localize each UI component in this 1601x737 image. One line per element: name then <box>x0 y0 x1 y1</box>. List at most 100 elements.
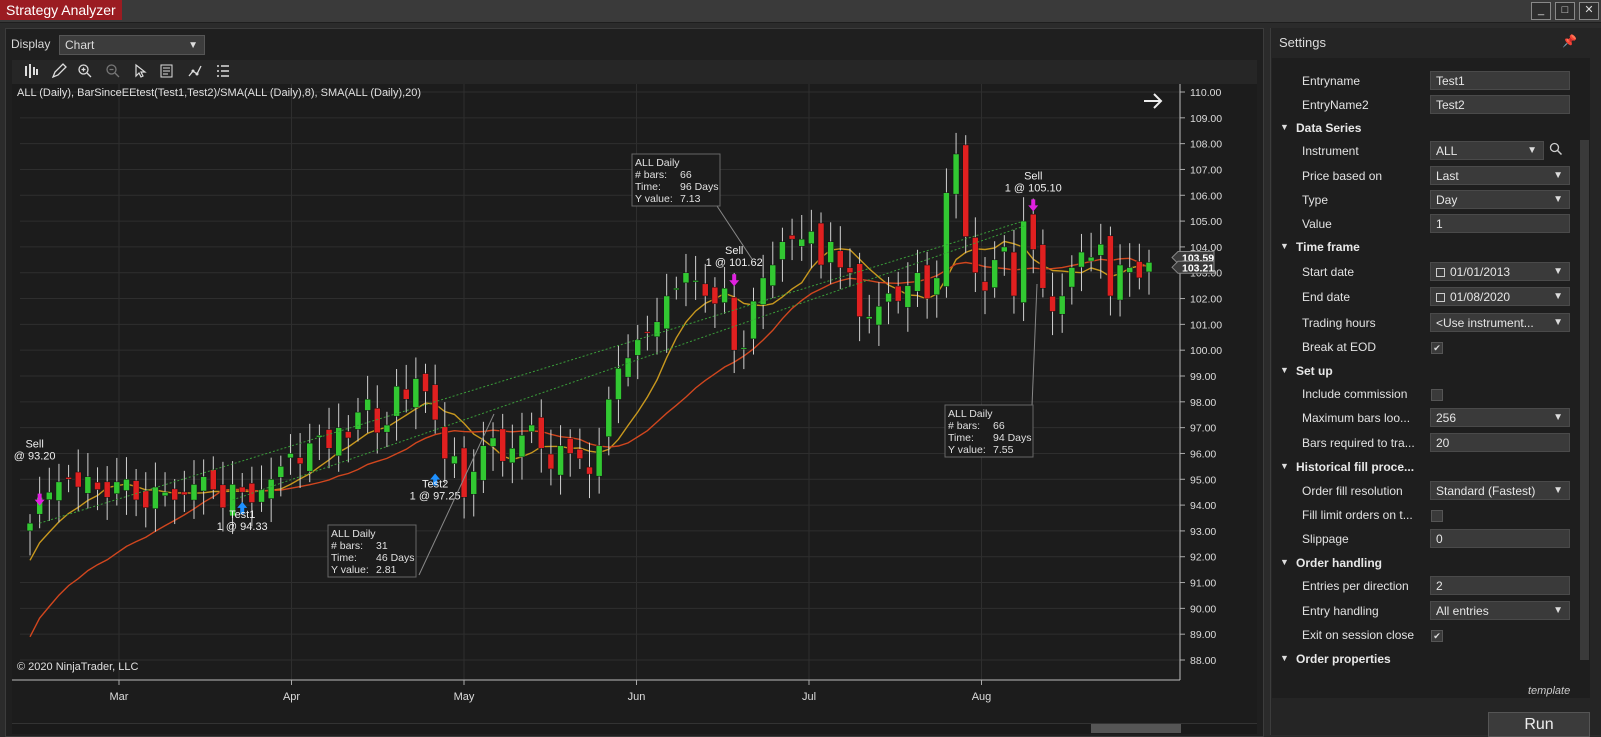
checkbox-fill-limit-orders-on-t[interactable] <box>1431 510 1443 522</box>
collapse-triangle-icon[interactable]: ▼ <box>1280 122 1289 132</box>
pin-icon[interactable]: 📌 <box>1562 34 1577 48</box>
value-entryname2: Test2 <box>1436 98 1465 112</box>
collapse-triangle-icon[interactable]: ▼ <box>1280 241 1289 251</box>
x-tick-label: May <box>454 691 475 703</box>
category-order-properties[interactable]: Order properties <box>1296 652 1391 666</box>
x-tick-label: Jun <box>628 691 646 703</box>
y-tick-label: 109.00 <box>1190 113 1222 125</box>
candle <box>673 287 680 290</box>
candle <box>374 408 381 434</box>
select-start-date[interactable]: 01/01/2013 ▼ <box>1430 262 1570 281</box>
value-trading-hours: <Use instrument... <box>1436 316 1534 330</box>
field-entries-per-direction[interactable]: 2 <box>1430 576 1570 595</box>
candle <box>981 281 989 292</box>
zoom-in-icon[interactable] <box>76 63 94 81</box>
data-box-icon[interactable] <box>158 63 176 81</box>
y-tick-label: 102.00 <box>1190 294 1222 306</box>
candle <box>779 241 786 260</box>
field-entryname2[interactable]: Test2 <box>1430 95 1570 114</box>
y-tick-label: 101.00 <box>1190 319 1222 331</box>
select-instrument[interactable]: ALL ▼ <box>1430 141 1544 160</box>
field-entryname[interactable]: Test1 <box>1430 71 1570 90</box>
category-set-up[interactable]: Set up <box>1296 364 1333 378</box>
category-data-series[interactable]: Data Series <box>1296 121 1361 135</box>
price-chart[interactable]: Sell@ 93.20Test11 @ 94.33Test21 @ 97.25S… <box>12 84 1257 723</box>
candle <box>566 438 574 454</box>
candle <box>586 466 593 475</box>
category-time-frame[interactable]: Time frame <box>1296 240 1360 254</box>
category-historical-fill-proce[interactable]: Historical fill proce... <box>1296 460 1414 474</box>
candle <box>431 384 439 421</box>
select-maximum-bars-loo[interactable]: 256 ▼ <box>1430 408 1570 427</box>
maximize-button[interactable]: □ <box>1555 2 1575 20</box>
run-button[interactable]: Run <box>1488 712 1590 737</box>
info-box-title: ALL Daily <box>331 528 376 540</box>
candle <box>769 264 777 286</box>
field-value[interactable]: 1 <box>1430 214 1570 233</box>
display-label: Display <box>11 37 51 51</box>
collapse-triangle-icon[interactable]: ▼ <box>1280 557 1289 567</box>
indicators-icon[interactable] <box>186 63 204 81</box>
category-order-handling[interactable]: Order handling <box>1296 556 1382 570</box>
candle <box>470 471 477 495</box>
candle <box>866 316 873 320</box>
y-tick-label: 110.00 <box>1190 87 1221 99</box>
candle <box>113 481 121 495</box>
x-tick-label: Mar <box>110 691 129 703</box>
select-type[interactable]: Day ▼ <box>1430 190 1570 209</box>
candle <box>480 445 487 481</box>
candle <box>538 417 545 449</box>
chart-horizontal-scrollbar[interactable] <box>12 723 1257 734</box>
scrollbar-thumb[interactable] <box>1091 724 1181 733</box>
value-value: 1 <box>1436 217 1443 231</box>
info-box-value: 96 Days <box>680 181 719 193</box>
select-end-date[interactable]: 01/08/2020 ▼ <box>1430 287 1570 306</box>
candle <box>730 297 738 351</box>
candle <box>132 480 140 501</box>
field-slippage[interactable]: 0 <box>1430 529 1570 548</box>
display-select[interactable]: Chart ▼ <box>59 35 205 55</box>
select-trading-hours[interactable]: <Use instrument... ▼ <box>1430 313 1570 332</box>
checkbox-include-commission[interactable] <box>1431 389 1443 401</box>
collapse-triangle-icon[interactable]: ▼ <box>1280 461 1289 471</box>
value-maximum-bars-loo: 256 <box>1436 411 1457 425</box>
info-box-value: 31 <box>376 540 388 552</box>
candle <box>788 235 796 240</box>
candle <box>1058 295 1066 315</box>
chevron-down-icon: ▼ <box>1527 145 1537 156</box>
candle <box>952 153 960 195</box>
zoom-out-icon[interactable] <box>104 63 122 81</box>
candle <box>711 286 719 304</box>
candle <box>933 277 941 296</box>
value-instrument: ALL <box>1436 144 1458 158</box>
properties-icon[interactable] <box>214 63 232 81</box>
search-icon[interactable] <box>1549 142 1563 159</box>
info-box-key: Time: <box>948 432 974 444</box>
candle <box>402 388 410 400</box>
bar-type-icon[interactable] <box>22 63 40 81</box>
display-select-value: Chart <box>65 38 95 52</box>
y-tick-label: 105.00 <box>1190 216 1222 228</box>
setting-label-entries-per-direction: Entries per direction <box>1302 579 1409 593</box>
select-entry-handling[interactable]: All entries ▼ <box>1430 601 1570 620</box>
checkbox-break-at-eod[interactable]: ✔ <box>1431 342 1443 354</box>
collapse-triangle-icon[interactable]: ▼ <box>1280 365 1289 375</box>
candle <box>615 368 622 400</box>
cursor-icon[interactable] <box>131 63 149 81</box>
select-price-based-on[interactable]: Last ▼ <box>1430 166 1570 185</box>
template-link[interactable]: template <box>1528 685 1570 697</box>
drawing-tool-icon[interactable] <box>50 63 68 81</box>
candle <box>451 455 458 464</box>
x-tick-label: Aug <box>972 691 992 703</box>
minimize-button[interactable]: _ <box>1531 2 1551 20</box>
y-tick-label: 96.00 <box>1190 448 1216 460</box>
close-button[interactable]: ✕ <box>1579 2 1599 20</box>
collapse-triangle-icon[interactable]: ▼ <box>1280 653 1289 663</box>
settings-scrollbar[interactable] <box>1580 140 1589 660</box>
window-title: Strategy Analyzer <box>0 0 122 20</box>
setting-label-type: Type <box>1302 193 1329 207</box>
candle <box>547 453 555 470</box>
field-bars-required-to-tra[interactable]: 20 <box>1430 433 1570 452</box>
select-order-fill-resolution[interactable]: Standard (Fastest) ▼ <box>1430 481 1570 500</box>
checkbox-exit-on-session-close[interactable]: ✔ <box>1431 630 1443 642</box>
